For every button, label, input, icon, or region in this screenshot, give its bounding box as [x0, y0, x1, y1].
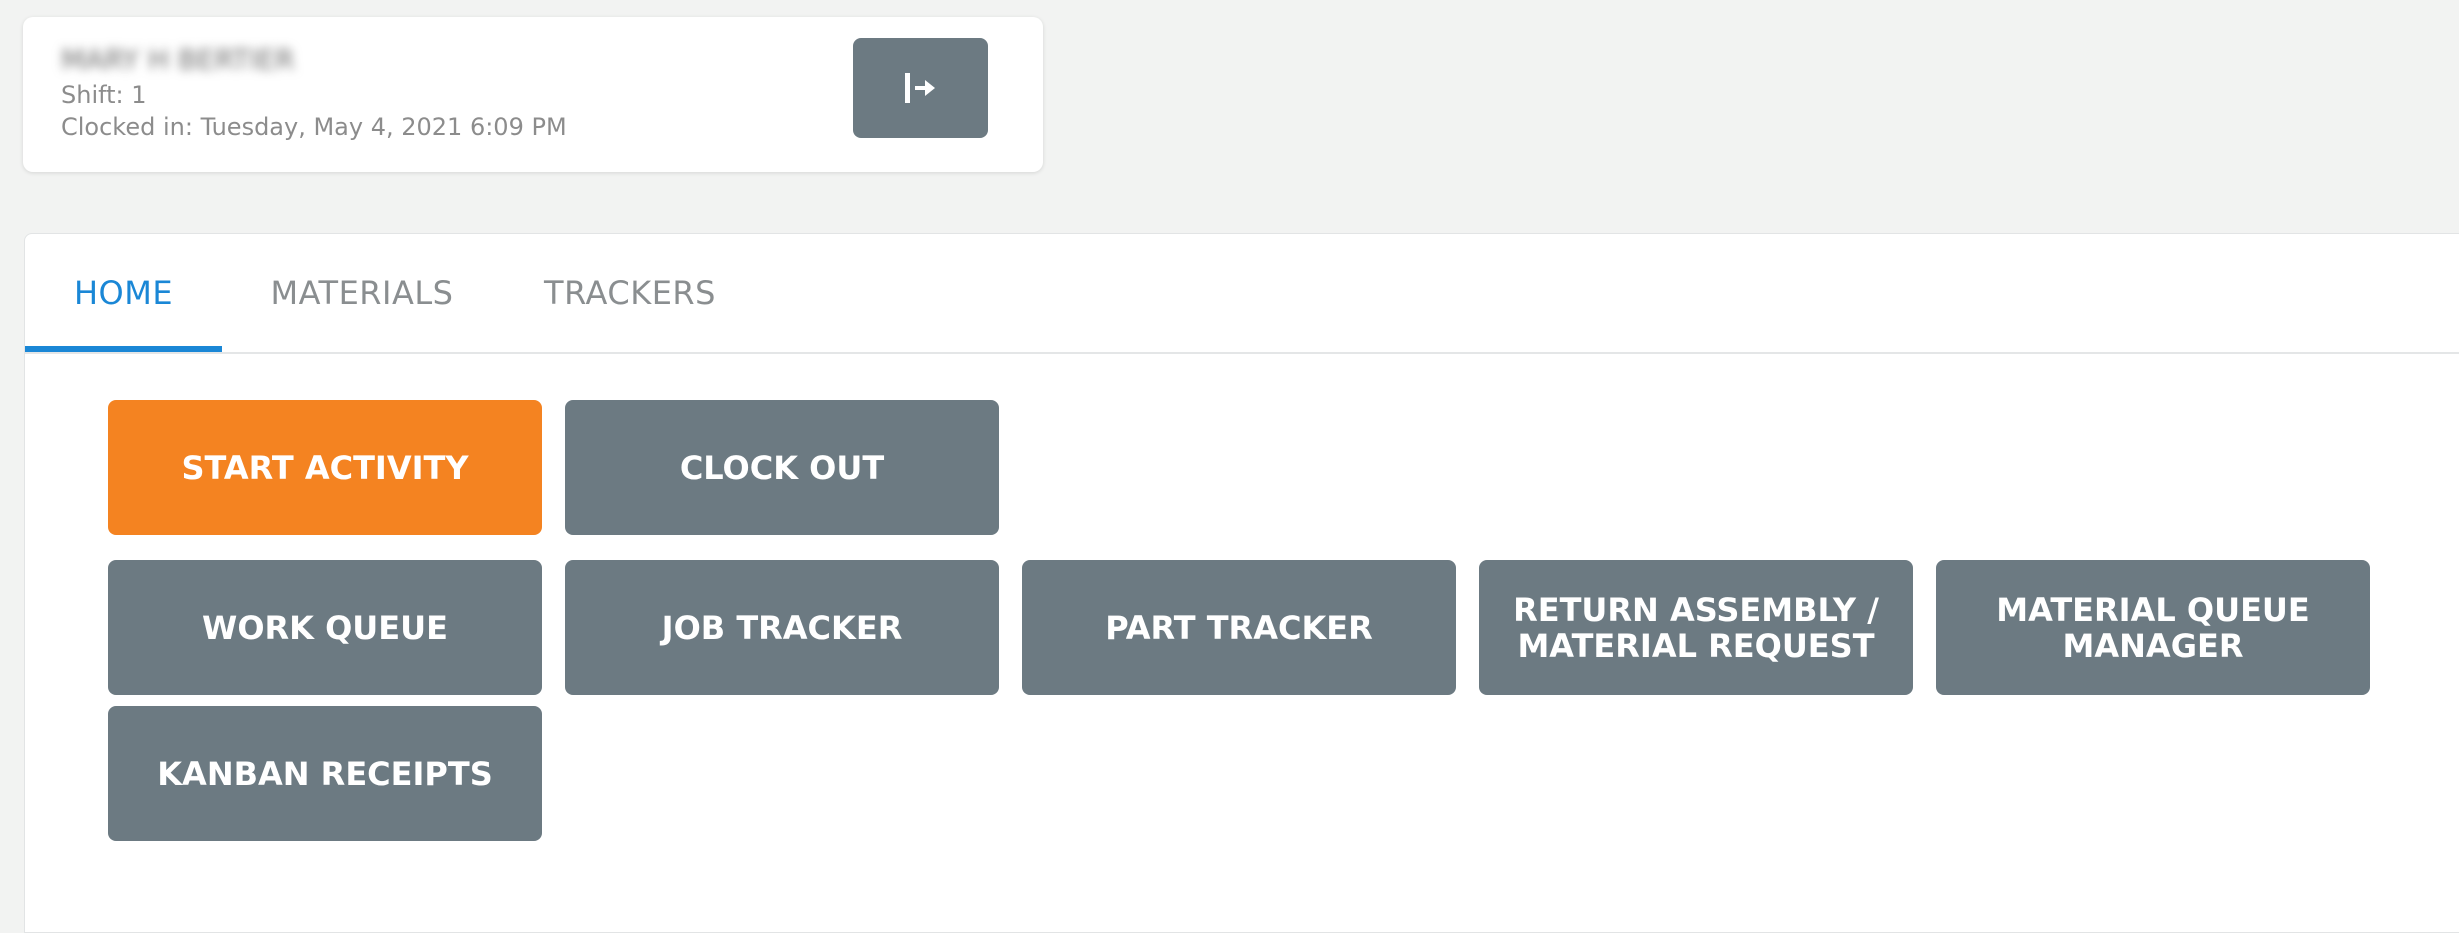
tab-bar: HOME MATERIALS TRACKERS	[25, 234, 2459, 354]
part-tracker-button[interactable]: PART TRACKER	[1022, 560, 1456, 695]
start-activity-label: START ACTIVITY	[181, 448, 469, 487]
material-queue-manager-label: MATERIAL QUEUE MANAGER	[1996, 590, 2310, 665]
shift-label: Shift: 1	[61, 81, 147, 109]
return-assembly-label: RETURN ASSEMBLY / MATERIAL REQUEST	[1513, 590, 1879, 665]
logout-button[interactable]	[853, 38, 988, 138]
logout-arrow-icon	[903, 71, 939, 105]
work-queue-button[interactable]: WORK QUEUE	[108, 560, 542, 695]
kanban-receipts-label: KANBAN RECEIPTS	[157, 754, 493, 793]
clocked-in-label: Clocked in: Tuesday, May 4, 2021 6:09 PM	[61, 113, 567, 141]
job-tracker-button[interactable]: JOB TRACKER	[565, 560, 999, 695]
user-name: MARY H BERTIER	[61, 43, 295, 76]
work-queue-label: WORK QUEUE	[202, 608, 448, 647]
tab-materials[interactable]: MATERIALS	[243, 234, 481, 352]
clock-out-label: CLOCK OUT	[679, 448, 885, 487]
clock-out-button[interactable]: CLOCK OUT	[565, 400, 999, 535]
part-tracker-label: PART TRACKER	[1105, 608, 1373, 647]
return-assembly-material-request-button[interactable]: RETURN ASSEMBLY / MATERIAL REQUEST	[1479, 560, 1913, 695]
material-queue-manager-button[interactable]: MATERIAL QUEUE MANAGER	[1936, 560, 2370, 695]
job-tracker-label: JOB TRACKER	[661, 608, 903, 647]
user-info-card: MARY H BERTIER Shift: 1 Clocked in: Tues…	[23, 17, 1043, 172]
tab-trackers[interactable]: TRACKERS	[520, 234, 740, 352]
main-panel: HOME MATERIALS TRACKERS START ACTIVITY C…	[24, 233, 2459, 933]
start-activity-button[interactable]: START ACTIVITY	[108, 400, 542, 535]
kanban-receipts-button[interactable]: KANBAN RECEIPTS	[108, 706, 542, 841]
tab-home[interactable]: HOME	[25, 234, 222, 352]
